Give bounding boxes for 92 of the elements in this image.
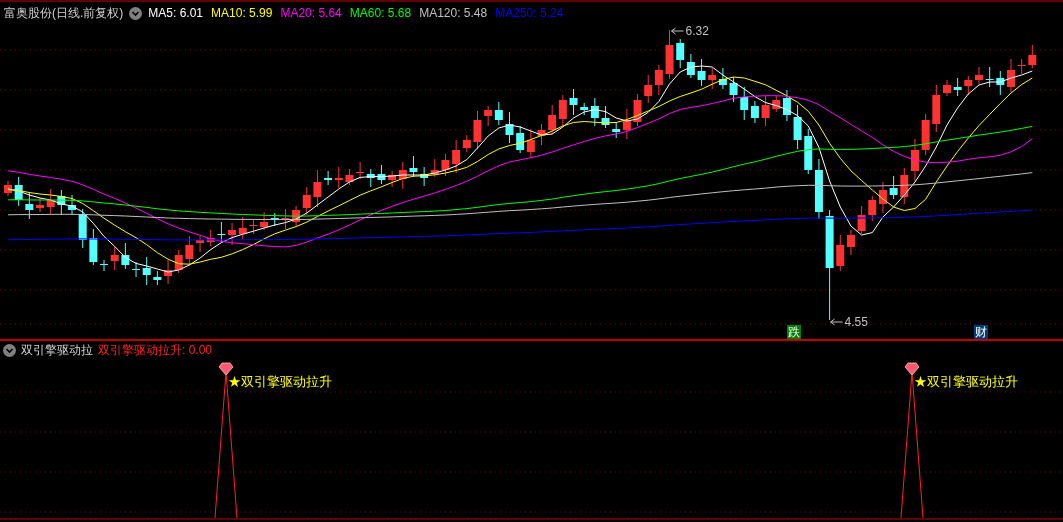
candlestick <box>68 194 76 216</box>
candlestick <box>14 176 23 207</box>
candlestick <box>484 105 493 127</box>
candlestick <box>793 104 802 150</box>
dropdown-icon[interactable] <box>129 6 143 20</box>
candlestick <box>953 77 962 97</box>
candlestick <box>356 161 365 180</box>
moving-average-label: MA120: 5.48 <box>419 5 488 21</box>
candlestick <box>196 235 205 253</box>
candlestick <box>153 270 162 286</box>
candlestick <box>164 259 173 285</box>
moving-average-label: MA10: 5.99 <box>211 5 273 21</box>
candlestick <box>644 74 653 104</box>
candlestick <box>633 93 642 127</box>
moving-average-label: MA60: 5.68 <box>349 5 412 21</box>
candlestick <box>708 67 717 90</box>
candlestick <box>996 70 1005 96</box>
candlestick <box>441 153 450 177</box>
candlestick <box>420 166 429 187</box>
candlestick <box>228 222 237 246</box>
candlestick <box>494 101 503 126</box>
dropdown-icon[interactable] <box>3 343 16 357</box>
candlestick <box>868 195 877 222</box>
candlestick <box>697 58 706 87</box>
low-price-label: 4.55 <box>830 315 868 329</box>
gem-icon <box>904 362 920 376</box>
candlestick <box>25 191 34 220</box>
candlestick <box>345 168 354 186</box>
moving-average-label: MA250: 5.24 <box>495 5 564 21</box>
candlestick <box>985 66 994 88</box>
candlestick <box>505 111 514 144</box>
candlestick <box>516 125 525 154</box>
candlestick <box>654 64 663 96</box>
candlestick <box>281 208 290 230</box>
signal-label: ★双引擎驱动拉升 <box>914 374 1018 390</box>
moving-average-label: MA5: 6.01 <box>148 5 204 21</box>
event-badge[interactable]: 财 <box>974 325 988 339</box>
candlestick <box>889 175 898 200</box>
candlestick <box>238 216 247 240</box>
candlestick <box>249 218 258 235</box>
candlestick <box>46 188 55 215</box>
candlestick <box>57 189 66 216</box>
candlestick <box>473 110 482 150</box>
candlestick <box>910 138 919 182</box>
candlestick <box>206 229 215 247</box>
candlestick <box>260 211 269 231</box>
candlestick <box>174 249 183 274</box>
candlestick <box>665 29 674 80</box>
candlestick <box>718 67 727 90</box>
stock-title: 富奥股份(日线.前复权) <box>4 5 124 21</box>
candlestick <box>313 169 322 208</box>
candlestick <box>121 242 130 270</box>
candlestick <box>377 164 386 185</box>
candlestick <box>526 128 535 159</box>
candlestick <box>89 228 98 266</box>
candlestick <box>900 167 909 205</box>
candlestick <box>366 168 375 188</box>
candlestick <box>302 186 311 216</box>
candlestick <box>814 158 823 220</box>
candlestick <box>975 66 983 85</box>
candlestick <box>846 229 855 256</box>
candlestick <box>569 88 578 116</box>
signal-label: ★双引擎驱动拉升 <box>228 374 332 390</box>
gem-icon <box>218 362 234 376</box>
candlestick <box>1017 58 1026 75</box>
candlestick <box>4 180 12 197</box>
high-price-label: 6.32 <box>671 24 709 38</box>
event-badge[interactable]: 跌 <box>787 325 801 339</box>
candlestick <box>1007 58 1015 93</box>
candlestick <box>1028 44 1037 69</box>
candlestick <box>292 205 301 227</box>
candlestick <box>185 235 194 266</box>
indicator-title: 双引擎驱动拉 <box>21 342 93 358</box>
candlestick <box>761 95 770 127</box>
candlestick <box>548 104 557 135</box>
candlestick <box>804 128 813 175</box>
candlestick <box>430 158 439 178</box>
candlestick <box>558 94 567 127</box>
candlestick <box>878 181 887 214</box>
candlestick <box>964 75 973 96</box>
candlestick <box>921 113 930 156</box>
candlestick <box>78 208 87 249</box>
candlestick <box>601 105 610 129</box>
moving-average-label: MA20: 5.64 <box>280 5 342 21</box>
candlestick <box>676 38 685 69</box>
candlestick <box>729 76 738 103</box>
candlestick <box>537 123 546 146</box>
candlestick <box>836 234 845 272</box>
candlestick <box>857 205 866 235</box>
candlestick <box>270 212 279 227</box>
indicator-reading: 双引擎驱动拉升: 0.00 <box>98 342 213 358</box>
candlestick <box>686 53 695 79</box>
